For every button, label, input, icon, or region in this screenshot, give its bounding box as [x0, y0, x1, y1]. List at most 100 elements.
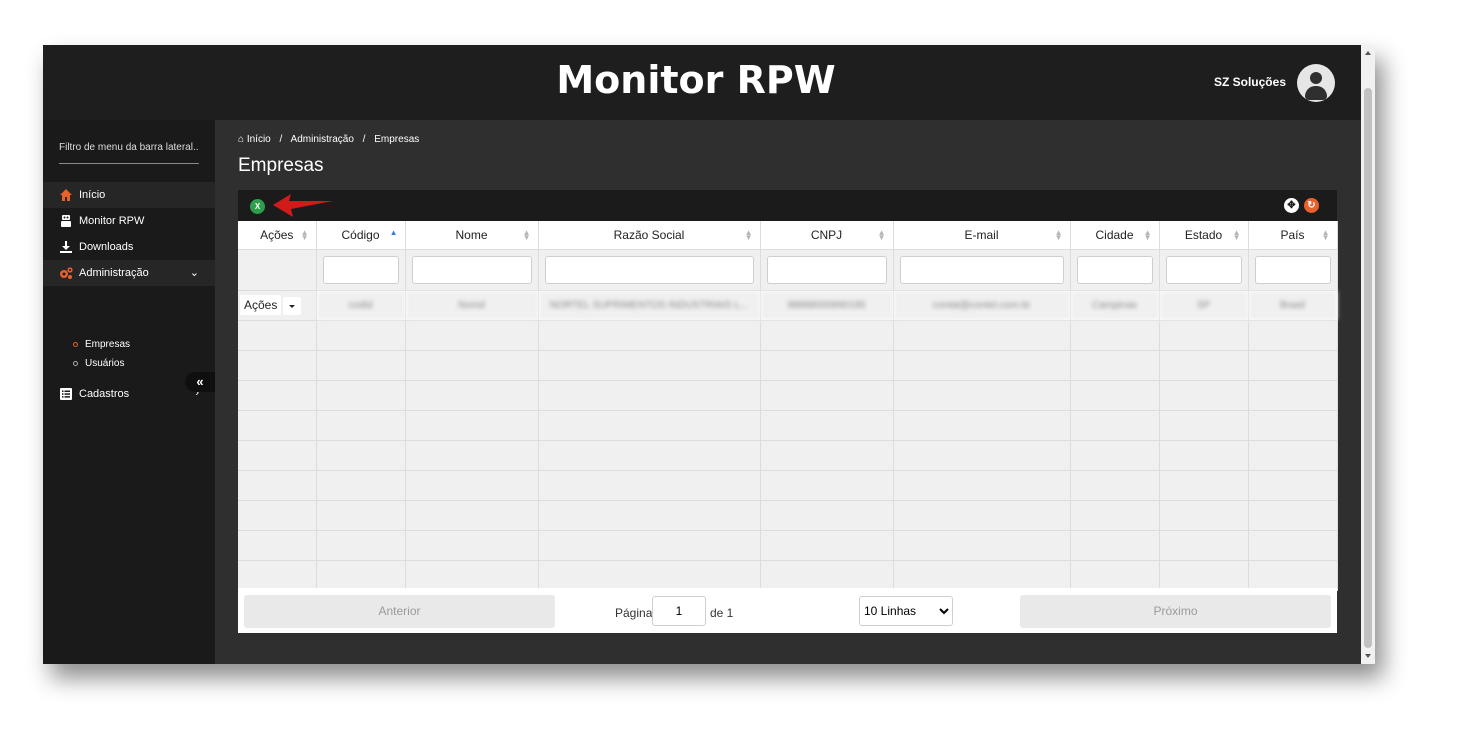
sidebar-item-monitor-rpw[interactable]: Monitor RPW — [43, 208, 215, 234]
top-header: Monitor RPW SZ Soluções — [43, 45, 1361, 120]
app-title: Monitor RPW — [556, 58, 836, 102]
page-title: Empresas — [238, 155, 324, 176]
column-header-nome[interactable]: Nome ▲ ▼ — [405, 221, 539, 250]
sort-icon: ▲ ▼ — [744, 228, 753, 242]
circle-icon — [73, 360, 78, 366]
fullscreen-icon[interactable]: ✥ — [1284, 198, 1299, 213]
filter-cell — [893, 249, 1071, 291]
companies-panel: X ✥ ↻ Ações ▲ ▼ Código ▲ Nome ▲ ▼ Razão Socia… — [238, 190, 1338, 633]
sort-icon: ▲ ▼ — [877, 228, 886, 242]
filter-input-email[interactable] — [899, 255, 1064, 284]
sidebar-item-label: Administração — [79, 267, 149, 279]
sort-icon: ▲ ▼ — [300, 228, 309, 242]
filter-input-codigo[interactable] — [322, 255, 399, 284]
sidebar-subitem-label: Usuários — [85, 358, 125, 369]
scroll-up-arrow-icon[interactable] — [1365, 51, 1371, 55]
empty-row — [238, 470, 1338, 501]
app-window: Monitor RPW SZ Soluções Filtro de menu d… — [43, 45, 1375, 664]
companies-table: Ações ▲ ▼ Código ▲ Nome ▲ ▼ Razão Social ▲ ▼ CN… — [238, 221, 1338, 591]
excel-export-icon[interactable]: X — [250, 199, 265, 214]
circle-icon — [73, 341, 78, 347]
sidebar-subitem-empresas[interactable]: Empresas — [73, 339, 130, 350]
filter-input-cnpj[interactable] — [766, 255, 887, 284]
cell-codigo: codid — [316, 290, 406, 321]
column-header-acoes[interactable]: Ações ▲ ▼ — [238, 221, 317, 250]
cell-pais: Brasil — [1248, 290, 1338, 321]
avatar-icon[interactable] — [1297, 64, 1335, 102]
sidebar-item-downloads[interactable]: Downloads — [43, 234, 215, 260]
next-page-button[interactable]: Próximo — [1020, 595, 1331, 628]
filter-input-estado[interactable] — [1165, 255, 1242, 284]
column-header-email[interactable]: E-mail ▲ ▼ — [893, 221, 1071, 250]
robot-icon — [61, 215, 71, 227]
annotation-arrow-icon — [273, 194, 333, 217]
empty-row — [238, 410, 1338, 441]
column-header-razao-social[interactable]: Razão Social ▲ ▼ — [538, 221, 761, 250]
filter-cell — [1248, 249, 1338, 291]
refresh-icon[interactable]: ↻ — [1304, 198, 1319, 213]
page-total-label: de 1 — [710, 606, 734, 620]
sort-icon: ▲ ▼ — [1232, 228, 1241, 242]
filter-input-razao-social[interactable] — [544, 255, 754, 284]
filter-cell — [760, 249, 894, 291]
user-name[interactable]: SZ Soluções — [1214, 75, 1286, 89]
sidebar-item-label: Cadastros — [79, 388, 130, 400]
sidebar-item-administracao[interactable]: Administração ⌄ — [43, 260, 215, 286]
filter-input-pais[interactable] — [1254, 255, 1331, 284]
sort-icon: ▲ ▼ — [522, 228, 531, 242]
cell-cidade: Campinas — [1070, 290, 1160, 321]
column-header-cidade[interactable]: Cidade ▲ ▼ — [1070, 221, 1160, 250]
sidebar-item-label: Monitor RPW — [79, 215, 145, 227]
scrollbar-thumb[interactable] — [1364, 88, 1372, 648]
filter-input-cidade[interactable] — [1076, 255, 1153, 284]
chevron-down-icon: ⌄ — [189, 267, 199, 279]
column-header-cnpj[interactable]: CNPJ ▲ ▼ — [760, 221, 894, 250]
previous-page-button[interactable]: Anterior — [244, 595, 555, 628]
cell-nome: Nomd — [405, 290, 539, 321]
empty-row — [238, 380, 1338, 411]
empty-row — [238, 350, 1338, 381]
empty-row — [238, 560, 1338, 591]
collapse-sidebar-button[interactable]: « — [185, 372, 215, 392]
breadcrumb-administracao[interactable]: Administração — [291, 134, 354, 145]
empty-row — [238, 500, 1338, 531]
home-icon — [60, 189, 72, 201]
filter-input-nome[interactable] — [411, 255, 532, 284]
sidebar-item-label: Início — [79, 189, 106, 201]
caret-down-icon[interactable] — [283, 297, 302, 316]
column-header-pais[interactable]: País ▲ ▼ — [1248, 221, 1338, 250]
sort-icon: ▲ ▼ — [1143, 228, 1152, 242]
sidebar-subitem-usuarios[interactable]: Usuários — [73, 358, 124, 369]
scroll-down-arrow-icon[interactable] — [1365, 654, 1371, 658]
rows-per-page-select[interactable]: 10 Linhas — [859, 596, 953, 626]
filter-cell-empty — [238, 249, 317, 291]
sort-icon: ▲ ▼ — [1321, 228, 1330, 242]
vertical-scrollbar[interactable] — [1361, 45, 1375, 664]
sort-icon: ▲ ▼ — [1054, 228, 1063, 242]
table-toolbar: X ✥ ↻ — [238, 190, 1337, 221]
column-header-codigo[interactable]: Código ▲ — [316, 221, 406, 250]
breadcrumb: ⌂ Início / Administração / Empresas — [238, 134, 420, 145]
filter-cell — [1159, 249, 1249, 291]
breadcrumb-home[interactable]: Início — [247, 134, 271, 145]
cell-estado: SP — [1159, 290, 1249, 321]
filter-cell — [538, 249, 761, 291]
home-icon: ⌂ — [238, 134, 245, 145]
row-actions-cell: Ações — [238, 290, 317, 321]
table-header-row: Ações ▲ ▼ Código ▲ Nome ▲ ▼ Razão Social ▲ ▼ CN… — [238, 221, 1338, 250]
row-actions-button[interactable]: Ações — [240, 294, 282, 315]
cell-email: contat@contet.com.br — [893, 290, 1071, 321]
list-icon — [60, 388, 72, 400]
sidebar-filter-input[interactable]: Filtro de menu da barra lateral... — [59, 142, 199, 164]
sidebar-subitem-label: Empresas — [85, 339, 131, 350]
empty-row — [238, 440, 1338, 471]
pagination-bar: Anterior Página de 1 10 Linhas Próximo — [238, 588, 1337, 633]
filter-row — [238, 249, 1338, 291]
download-icon — [60, 241, 72, 253]
cell-cnpj: 88888000890195 — [760, 290, 894, 321]
cell-razao-social: NORTEL SUPRIMENTOS INDUSTRIAIS L... — [538, 290, 761, 321]
column-header-estado[interactable]: Estado ▲ ▼ — [1159, 221, 1249, 250]
page-number-input[interactable] — [652, 596, 706, 626]
sidebar-item-inicio[interactable]: Início — [43, 182, 215, 208]
table-row[interactable]: Ações codid Nomd NORTEL SUPRIMENTOS INDU… — [238, 290, 1338, 321]
